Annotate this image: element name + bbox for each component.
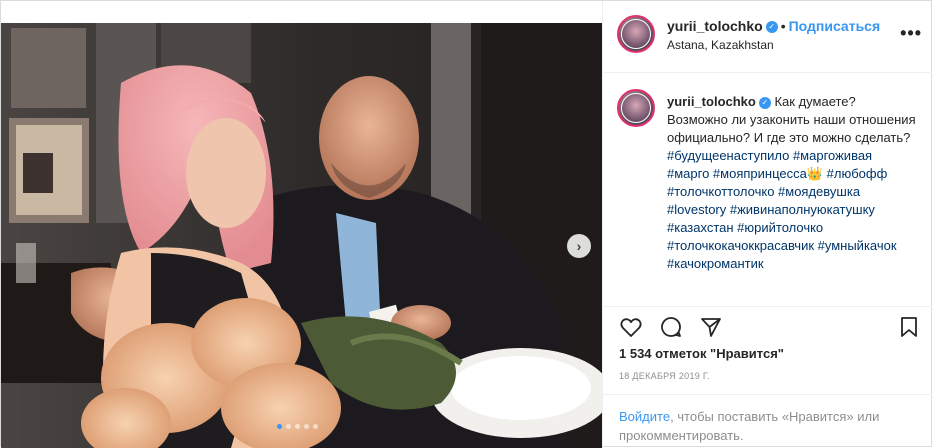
caption-hashtags[interactable]: #любофф #толочкоттолочко #моядевушка #lo… <box>667 166 897 271</box>
post-location[interactable]: Astana, Kazakhstan <box>667 38 774 52</box>
share-icon[interactable] <box>699 315 723 339</box>
heart-icon[interactable] <box>619 315 643 339</box>
more-options-button[interactable]: ••• <box>900 23 922 44</box>
carousel-next-button[interactable]: › <box>567 234 591 258</box>
post-header: yurii_tolochko ✓ • Подписаться Astana, Kaza… <box>603 1 932 73</box>
author-username[interactable]: yurii_tolochko <box>667 18 763 34</box>
login-link[interactable]: Войдите <box>619 409 670 424</box>
post-details-panel: yurii_tolochko ✓ • Подписаться Astana, Kaza… <box>602 1 932 448</box>
author-line: yurii_tolochko ✓ • Подписаться <box>667 18 880 34</box>
login-prompt: Войдите, чтобы поставить «Нравится» или … <box>603 394 932 448</box>
carousel-dot <box>277 424 282 429</box>
caption-author-username[interactable]: yurii_tolochko <box>667 94 756 109</box>
carousel-indicator <box>277 424 318 429</box>
bookmark-icon[interactable] <box>897 315 921 339</box>
crown-emoji: 👑 <box>806 166 824 181</box>
follow-button[interactable]: Подписаться <box>789 18 881 34</box>
carousel-dot <box>286 424 291 429</box>
post-photo[interactable]: › <box>1 23 602 448</box>
carousel-dot <box>313 424 318 429</box>
photo-illustration <box>1 23 602 448</box>
comments-section: yurii_tolochko ✓ Как думаете? Возможно ли… <box>603 73 932 303</box>
likes-count[interactable]: 1 534 отметок "Нравится" <box>619 346 784 361</box>
author-avatar[interactable] <box>617 15 655 53</box>
instagram-post: › yurii_tolochko ✓ • Подписаться Astana, Ka… <box>0 0 932 448</box>
verified-badge-icon: ✓ <box>758 96 771 109</box>
carousel-dot <box>295 424 300 429</box>
action-bar <box>603 306 932 346</box>
carousel-dot <box>304 424 309 429</box>
separator: • <box>780 18 786 34</box>
caption-author-avatar[interactable] <box>617 89 655 127</box>
verified-badge-icon: ✓ <box>765 21 778 34</box>
post-caption: yurii_tolochko ✓ Как думаете? Возможно ли… <box>667 93 917 273</box>
comment-icon[interactable] <box>659 315 683 339</box>
post-date: 18 декабря 2019 г. <box>619 371 710 381</box>
